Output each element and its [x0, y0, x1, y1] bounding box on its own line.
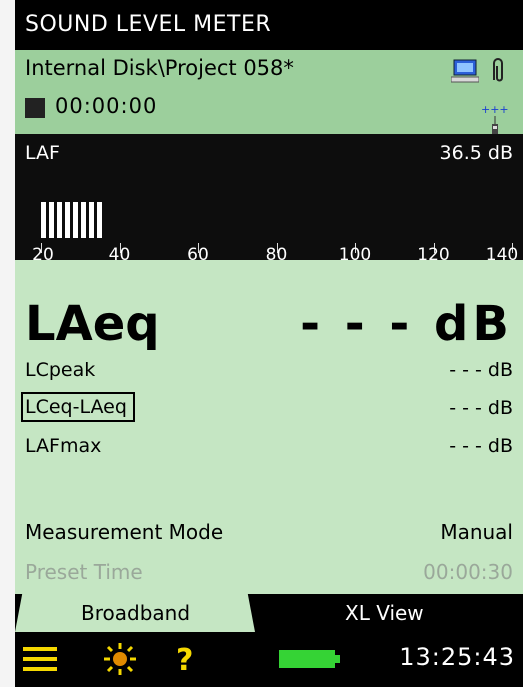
tab-label: Broadband: [81, 601, 191, 625]
level-bar-segment: [89, 202, 94, 238]
primary-parameter-value: - - - dB: [300, 296, 513, 352]
title-bar: SOUND LEVEL METER: [15, 0, 523, 50]
level-bar-segment: [97, 202, 102, 238]
backlight-icon[interactable]: [103, 642, 137, 676]
parameter-name: LAFmax: [25, 435, 102, 457]
clock-time: 13:25:43: [399, 643, 515, 671]
parameter-row-lcpeak[interactable]: LCpeak - - - dB: [15, 356, 523, 386]
measurement-mode-label: Measurement Mode: [25, 520, 224, 544]
level-meter: LAF 36.5 dB 20 40 60 80 100 120 140: [15, 134, 523, 265]
parameter-name: LCpeak: [25, 359, 96, 381]
bottom-bar: ? 13:25:43: [15, 632, 523, 687]
menu-icon[interactable]: [23, 645, 57, 673]
status-panel: Internal Disk\Project 058* 00:00:00 +++: [15, 50, 523, 135]
sound-level-meter-screen: SOUND LEVEL METER Internal Disk\Project …: [15, 0, 523, 687]
parameter-value: - - - dB: [449, 397, 513, 419]
meter-reading: 36.5 dB: [439, 142, 513, 164]
tab-xl-view[interactable]: XL View: [255, 594, 523, 632]
tab-broadband[interactable]: Broadband: [15, 594, 255, 632]
battery-icon: [279, 650, 340, 668]
preset-time-value: 00:00:30: [423, 560, 513, 584]
measurement-panel: LAeq - - - dB LCpeak - - - dB LCeq-LAeq …: [15, 260, 523, 594]
project-path[interactable]: Internal Disk\Project 058*: [25, 56, 294, 80]
parameter-name: LCeq-LAeq: [21, 392, 135, 422]
parameter-row-lafmax[interactable]: LAFmax - - - dB: [15, 432, 523, 462]
help-icon[interactable]: ?: [173, 642, 197, 676]
primary-parameter-name[interactable]: LAeq: [25, 296, 160, 352]
level-bar-segment: [65, 202, 70, 238]
computer-icon: [451, 59, 479, 83]
parameter-value: - - - dB: [449, 359, 513, 381]
stop-icon: [25, 98, 45, 118]
measurement-mode-value: Manual: [440, 520, 513, 544]
tab-label: XL View: [345, 601, 424, 625]
paperclip-icon: [493, 58, 503, 82]
parameter-row-lceq-laeq[interactable]: LCeq-LAeq - - - dB: [15, 392, 523, 424]
level-bar-segment: [81, 202, 86, 238]
meter-label: LAF: [25, 142, 60, 164]
level-bar-segment: [41, 202, 46, 238]
level-bar-segment: [73, 202, 78, 238]
app-title: SOUND LEVEL METER: [25, 12, 272, 37]
level-bar-segment: [57, 202, 62, 238]
elapsed-time: 00:00:00: [55, 94, 158, 118]
svg-text:?: ?: [176, 643, 193, 676]
svg-text:+++: +++: [481, 104, 509, 116]
preset-time-label: Preset Time: [25, 560, 143, 584]
usb-connected-icon: +++: [481, 104, 509, 135]
parameter-value: - - - dB: [449, 435, 513, 457]
view-tabs: Broadband XL View: [15, 594, 523, 632]
level-bar-segment: [49, 202, 54, 238]
